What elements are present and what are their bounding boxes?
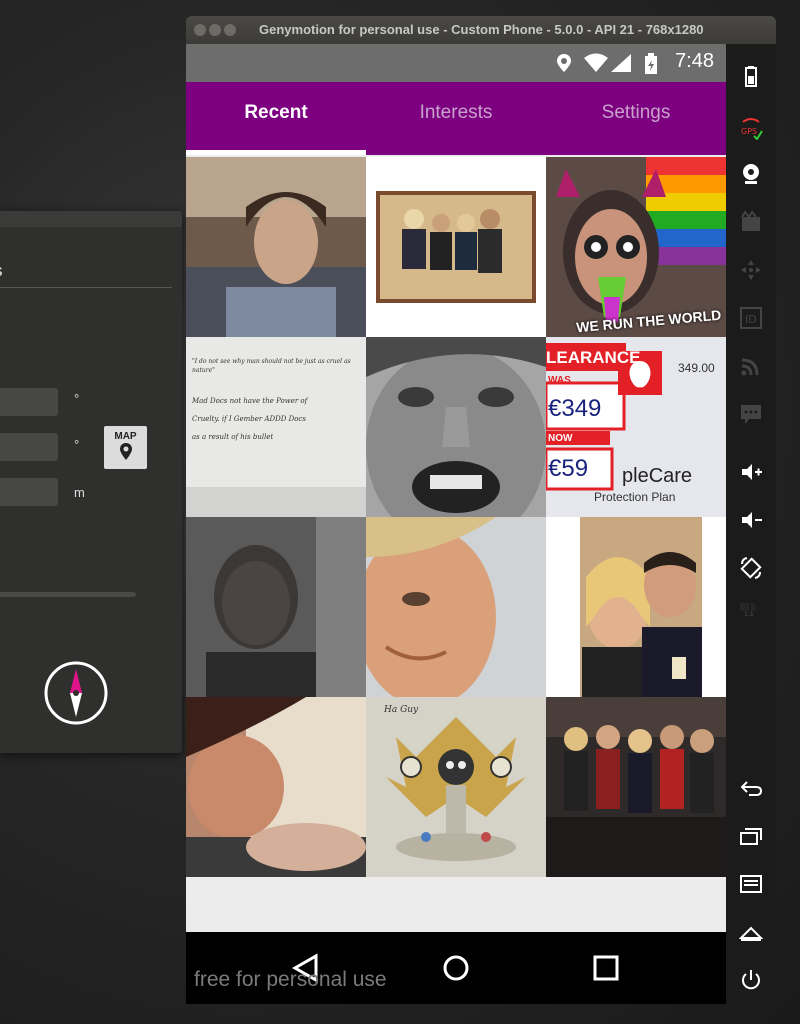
sign-old-price: €349 [548, 395, 602, 422]
map-pin-icon [119, 443, 132, 460]
tab-interests[interactable]: Interests [366, 82, 546, 155]
status-bar: 7:48 [186, 44, 726, 82]
wifi-icon [584, 53, 608, 72]
signal-icon [611, 54, 631, 72]
sign-now: NOW [548, 433, 573, 444]
note-line: Mad Docs not have the Power of [192, 397, 308, 405]
longitude-field[interactable] [0, 433, 58, 461]
handwritten-note: "I do not see why man should not be just… [192, 357, 362, 441]
accuracy-slider[interactable] [0, 592, 136, 597]
photo-thumbnail[interactable]: LEARANCE WAS €349 NOW €59 349.00 pleCare… [546, 337, 726, 517]
android-menu-icon[interactable] [739, 872, 763, 896]
photo-image [546, 517, 726, 697]
rotate-icon[interactable] [739, 556, 763, 580]
photo-image [366, 157, 546, 337]
longitude-unit: ° [74, 437, 80, 452]
note-line: Cruelty. if I Gember ADDD Docs [192, 415, 306, 423]
gps-widget-titlebar[interactable] [0, 211, 182, 227]
dpad-icon[interactable] [739, 258, 763, 282]
emulator-title: Genymotion for personal use - Custom Pho… [259, 22, 704, 37]
android-recent-apps-icon[interactable] [739, 824, 763, 848]
webcam-icon[interactable] [739, 162, 763, 186]
sms-icon[interactable] [739, 402, 763, 426]
photo-image [366, 337, 546, 517]
status-time: 7:48 [675, 50, 714, 72]
sign-clearance: LEARANCE [546, 348, 641, 367]
sign-plan: Protection Plan [594, 490, 676, 504]
svg-text:░░ ░: ░░ ░ [740, 603, 756, 611]
maximize-window-icon[interactable] [224, 24, 236, 36]
volume-down-icon[interactable] [739, 508, 763, 532]
android-back-icon[interactable] [739, 776, 763, 800]
battery-widget-icon[interactable] [739, 64, 763, 88]
network-icon[interactable] [739, 354, 763, 378]
emulator-toolbar: GPS ID ░░ ░ 1:1 [726, 44, 776, 1004]
sign-brand: pleCare [622, 465, 693, 487]
photo-image [546, 697, 726, 877]
photo-thumbnail[interactable] [366, 337, 546, 517]
sign-price-tag: 349.00 [678, 361, 715, 375]
android-home-icon[interactable] [739, 920, 763, 944]
map-button[interactable]: MAP [104, 426, 147, 469]
note-quote: "I do not see why man should not be just… [192, 358, 351, 374]
window-controls [194, 24, 239, 39]
phone-screen: 7:48 Recent Interests Settings WE RUN TH… [186, 44, 726, 1004]
photo-feed[interactable]: WE RUN THE WORLD "I do not see why man s… [186, 155, 726, 932]
svg-text:ID: ID [745, 313, 757, 326]
photo-image [186, 157, 366, 337]
note-line: as a result of his bullet [192, 433, 274, 441]
altitude-unit: m [74, 485, 85, 500]
photo-thumbnail[interactable]: "I do not see why man should not be just… [186, 337, 366, 517]
emulator-titlebar[interactable]: Genymotion for personal use - Custom Pho… [186, 16, 776, 44]
home-icon[interactable] [436, 950, 476, 986]
tab-recent[interactable]: Recent [186, 82, 366, 155]
volume-up-icon[interactable] [739, 460, 763, 484]
photo-image [186, 697, 366, 877]
altitude-field[interactable] [0, 478, 58, 506]
photo-thumbnail[interactable] [546, 517, 726, 697]
photo-thumbnail[interactable]: Ha Guy [366, 697, 546, 877]
photo-thumbnail[interactable] [186, 697, 366, 877]
sketch-caption: Ha Guy [384, 705, 419, 715]
tab-settings[interactable]: Settings [546, 82, 726, 155]
map-button-label: MAP [114, 431, 137, 442]
minimize-window-icon[interactable] [209, 24, 221, 36]
identifiers-icon[interactable]: ID [739, 306, 763, 330]
photo-thumbnail[interactable] [186, 517, 366, 697]
power-icon[interactable] [739, 968, 763, 992]
battery-icon [645, 53, 657, 74]
latitude-field[interactable] [0, 388, 58, 416]
gps-widget-title: s [0, 261, 3, 281]
photo-thumbnail[interactable] [366, 157, 546, 337]
photo-thumbnail[interactable]: WE RUN THE WORLD [546, 157, 726, 337]
close-window-icon[interactable] [194, 24, 206, 36]
photo-thumbnail[interactable] [186, 157, 366, 337]
location-icon [557, 54, 571, 72]
svg-text:1:1: 1:1 [744, 611, 754, 618]
photo-image [186, 517, 366, 697]
svg-text:GPS: GPS [741, 127, 757, 136]
divider [0, 287, 172, 288]
photo-thumbnail[interactable] [366, 517, 546, 697]
pixel-perfect-icon[interactable]: ░░ ░1:1 [739, 600, 763, 624]
recents-icon[interactable] [586, 950, 626, 986]
watermark: free for personal use [194, 968, 387, 991]
compass-icon[interactable] [44, 661, 108, 725]
tab-bar: Recent Interests Settings [186, 82, 726, 155]
screencast-icon[interactable] [739, 210, 763, 234]
gps-widget-icon[interactable]: GPS [739, 116, 763, 140]
photo-image [366, 697, 546, 877]
sign-new-price: €59 [548, 455, 589, 482]
photo-thumbnail[interactable] [546, 697, 726, 877]
sign-was: WAS [548, 375, 571, 386]
photo-image [366, 517, 546, 697]
latitude-unit: ° [74, 391, 80, 406]
